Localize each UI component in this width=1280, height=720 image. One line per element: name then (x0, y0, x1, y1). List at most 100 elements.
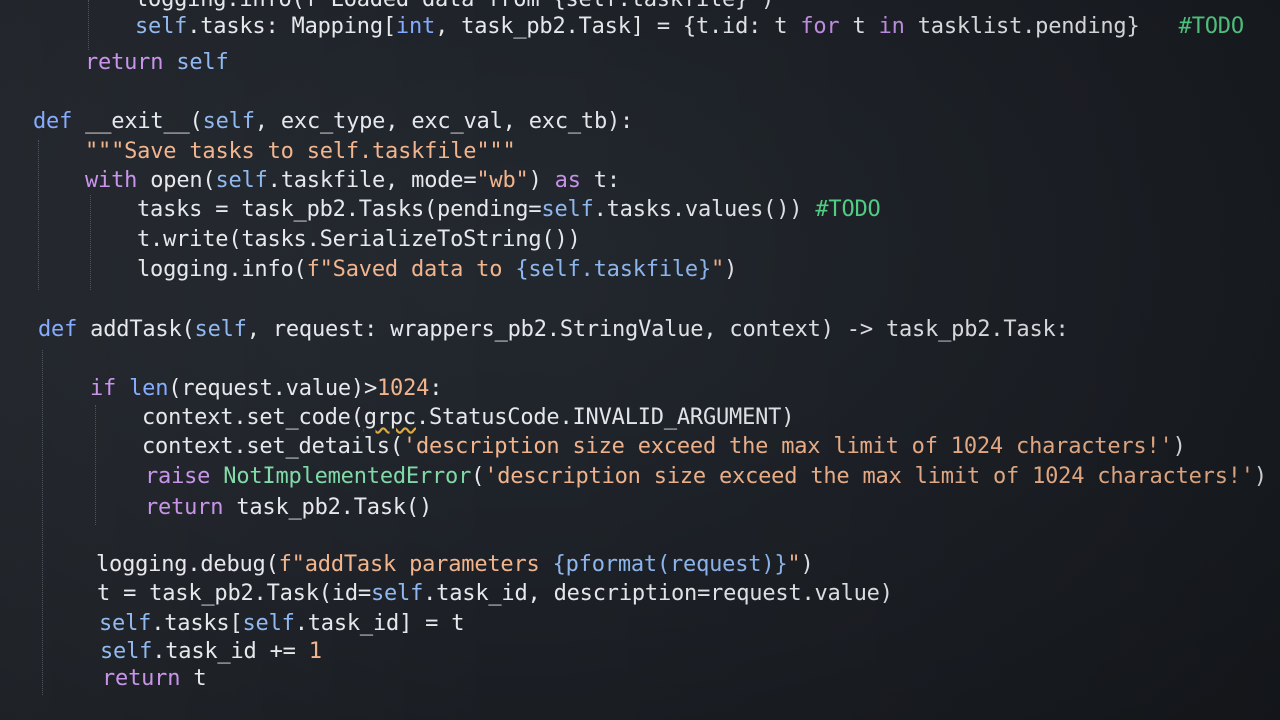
code-line[interactable]: context.set_code(grpc.StatusCode.INVALID… (142, 404, 794, 432)
code-token: ) (1172, 434, 1186, 459)
code-token: context.set_details( (142, 434, 403, 459)
code-token: #TODO (1139, 14, 1244, 39)
indent-guide (95, 405, 96, 525)
code-token: grpc (363, 405, 416, 430)
code-token: ) (528, 168, 555, 193)
code-token: logging.info(f"Loaded data from {self.ta… (135, 0, 774, 12)
code-token: return (145, 495, 224, 520)
indent-guide (88, 0, 89, 50)
code-token: ) (800, 552, 814, 577)
code-token: raise (145, 464, 211, 489)
code-token: self (135, 14, 188, 39)
code-token: .tasks[ (151, 611, 243, 636)
code-line[interactable]: if len(request.value)>1024: (90, 375, 442, 403)
code-token: __exit__( (72, 109, 203, 134)
code-token: 'description size exceed the max limit o… (484, 464, 1254, 489)
code-token: context.set_code( (142, 405, 364, 430)
code-line[interactable]: self.tasks: Mapping[int, task_pb2.Task] … (135, 13, 1244, 41)
code-token: task_pb2.Task() (223, 495, 433, 520)
code-token: t (839, 14, 879, 39)
code-token: self (176, 50, 229, 75)
code-token: tasks = task_pb2.Tasks(pending= (137, 197, 542, 222)
code-token: in (878, 14, 905, 39)
code-line[interactable]: with open(self.taskfile, mode="wb") as t… (85, 167, 620, 195)
indent-guide (38, 140, 39, 290)
code-token: .tasks.values()) (593, 197, 816, 222)
code-line[interactable]: return self (85, 49, 229, 77)
photo-of-monitor: logging.info(f"Loaded data from {self.ta… (0, 0, 1280, 720)
code-token: "wb" (476, 168, 529, 193)
code-token: 1 (308, 639, 322, 664)
code-token: .task_id, description=request.value) (423, 581, 893, 606)
code-line[interactable]: t.write(tasks.SerializeToString()) (137, 226, 581, 254)
code-line[interactable]: def __exit__(self, exc_type, exc_val, ex… (33, 108, 633, 136)
code-token: """Save tasks to self.taskfile""" (85, 139, 516, 164)
code-line[interactable]: return t (102, 665, 207, 693)
code-token: self (215, 168, 268, 193)
code-token: open( (137, 168, 216, 193)
code-token: f"addTask parameters (278, 552, 553, 577)
code-line[interactable]: logging.debug(f"addTask parameters {pfor… (96, 551, 814, 579)
code-token: , request: wrappers_pb2.StringValue, con… (246, 317, 1069, 342)
code-token: with (85, 168, 138, 193)
code-token: if (90, 376, 117, 401)
code-token: t.write(tasks.SerializeToString()) (137, 227, 581, 252)
code-token: .tasks: Mapping[ (187, 14, 396, 39)
code-token: self (202, 109, 255, 134)
code-token: tasklist.pending} (904, 14, 1140, 39)
code-token: #TODO (815, 197, 881, 222)
code-token: " (711, 257, 725, 282)
code-token: def (33, 109, 73, 134)
code-line[interactable]: logging.info(f"Saved data to {self.taskf… (137, 256, 737, 284)
indent-guide (90, 195, 91, 290)
code-line[interactable]: self.task_id += 1 (100, 638, 322, 666)
code-token: t: (580, 168, 620, 193)
code-token: return (85, 50, 164, 75)
code-line[interactable]: logging.info(f"Loaded data from {self.ta… (135, 0, 774, 14)
code-token: , exc_type, exc_val, exc_tb): (254, 109, 634, 134)
code-token: for (800, 14, 840, 39)
code-token: ) (724, 257, 738, 282)
code-line[interactable]: self.tasks[self.task_id] = t (99, 610, 464, 638)
code-token: .task_id] = t (294, 611, 465, 636)
code-token: len (129, 376, 169, 401)
indent-guide (42, 350, 43, 695)
code-token: self (99, 611, 152, 636)
code-token: int (395, 14, 436, 39)
code-token: (request.value)> (168, 376, 378, 401)
code-token: def (38, 317, 78, 342)
code-token: .taskfile, mode= (267, 168, 477, 193)
code-token: t = task_pb2.Task(id= (97, 581, 371, 606)
code-token: .StatusCode.INVALID_ARGUMENT) (415, 405, 795, 430)
code-token: t (180, 666, 207, 691)
code-token: logging.debug( (96, 552, 279, 577)
code-token: {pformat(request)} (552, 552, 788, 577)
code-token: f"Saved data to (306, 257, 516, 282)
code-line[interactable]: tasks = task_pb2.Tasks(pending=self.task… (137, 196, 881, 224)
code-token: : (429, 376, 443, 401)
code-line[interactable]: t = task_pb2.Task(id=self.task_id, descr… (97, 580, 893, 608)
code-line[interactable]: context.set_details('description size ex… (142, 433, 1186, 461)
code-token: self (541, 197, 594, 222)
code-token: 1024 (377, 376, 430, 401)
code-token: self (194, 317, 247, 342)
code-token: as (554, 168, 581, 193)
code-line[interactable]: def addTask(self, request: wrappers_pb2.… (38, 316, 1069, 344)
code-token: return (102, 666, 181, 691)
code-editor[interactable]: logging.info(f"Loaded data from {self.ta… (0, 0, 1280, 720)
code-line[interactable]: return task_pb2.Task() (145, 494, 432, 522)
code-token: self (100, 639, 153, 664)
code-token: ) (1253, 464, 1267, 489)
code-line[interactable]: """Save tasks to self.taskfile""" (85, 138, 516, 166)
code-token: , task_pb2.Task] = {t.id: t (435, 14, 801, 39)
code-token: ( (471, 464, 485, 489)
code-token: self (242, 611, 295, 636)
code-token: addTask( (77, 317, 195, 342)
code-token: self (370, 581, 424, 606)
code-line[interactable]: raise NotImplementedError('description s… (145, 463, 1267, 491)
code-token: NotImplementedError (223, 464, 472, 489)
code-token: logging.info( (137, 257, 307, 282)
